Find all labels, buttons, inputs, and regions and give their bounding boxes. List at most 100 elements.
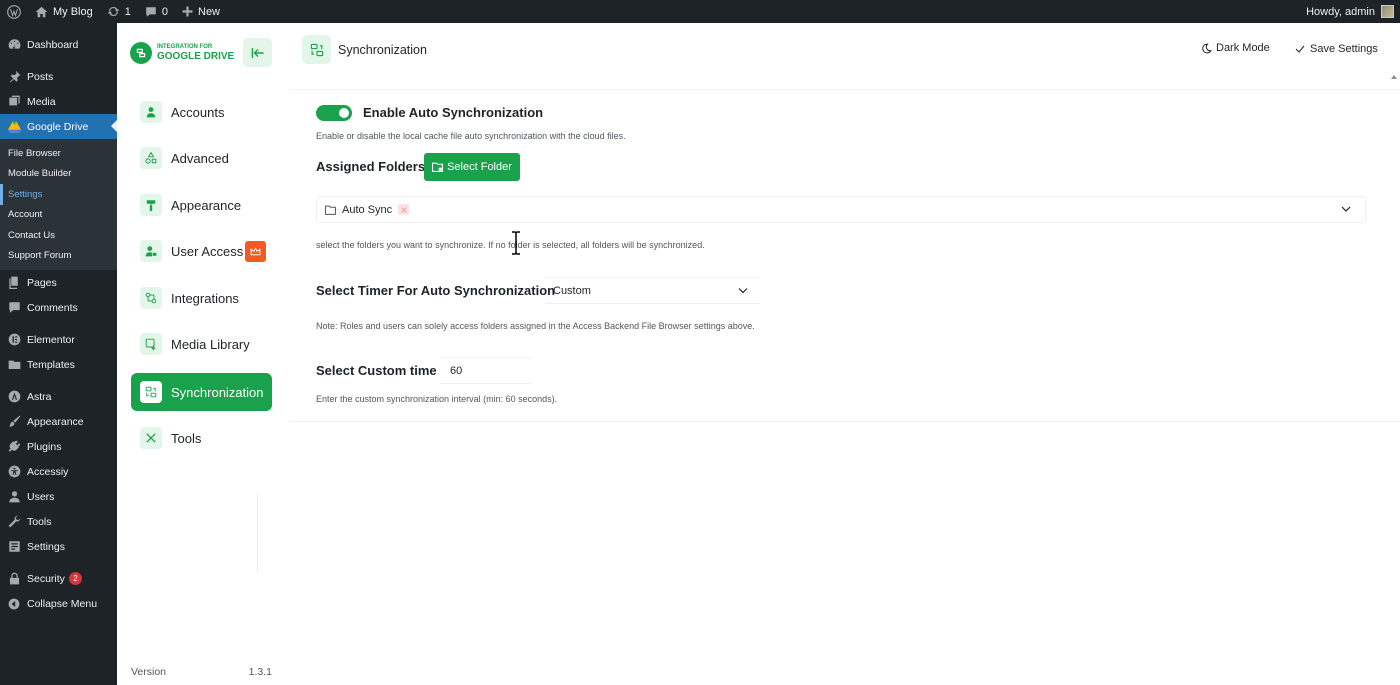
select-folder-button[interactable]: Select Folder xyxy=(424,153,520,181)
menu-elementor[interactable]: Elementor xyxy=(0,327,117,352)
menu-dashboard[interactable]: Dashboard xyxy=(0,32,117,57)
menu-media[interactable]: Media xyxy=(0,89,117,114)
nav-accounts-label: Accounts xyxy=(171,104,225,120)
dark-mode-toggle[interactable]: Dark Mode xyxy=(1201,42,1270,54)
folder-icon xyxy=(325,205,336,215)
wrench-icon xyxy=(7,515,21,529)
menu-settings[interactable]: Settings xyxy=(0,534,117,559)
folder-chip-label: Auto Sync xyxy=(342,203,393,216)
plus-icon xyxy=(182,6,193,17)
site-name-link[interactable]: My Blog xyxy=(28,0,100,23)
menu-accessiy[interactable]: Accessiy xyxy=(0,459,117,484)
menu-collapse[interactable]: Collapse Menu xyxy=(0,591,117,616)
menu-templates[interactable]: Templates xyxy=(0,352,117,377)
chevron-down-icon xyxy=(1341,206,1351,212)
integrations-icon xyxy=(140,287,162,309)
menu-appearance[interactable]: Appearance xyxy=(0,409,117,434)
wordpress-logo-icon[interactable] xyxy=(0,0,28,23)
home-icon xyxy=(35,6,48,17)
section-divider xyxy=(289,421,1400,422)
timer-select-value: Custom xyxy=(553,284,591,297)
timer-select[interactable]: Custom xyxy=(545,277,760,304)
logo-line-1: INTEGRATION FOR xyxy=(157,44,213,50)
comment-icon xyxy=(146,6,156,17)
submenu-module-builder[interactable]: Module Builder xyxy=(0,164,117,185)
menu-google-drive[interactable]: Google Drive xyxy=(0,114,117,139)
page-header: Synchronization xyxy=(302,35,427,64)
refresh-icon xyxy=(107,6,120,17)
version-value: 1.3.1 xyxy=(248,666,272,678)
sidebar-collapse-button[interactable] xyxy=(243,38,272,67)
menu-security[interactable]: Security 2 xyxy=(0,566,117,591)
nav-tools[interactable]: Tools xyxy=(131,419,272,457)
menu-security-label: Security xyxy=(27,572,65,585)
menu-posts[interactable]: Posts xyxy=(0,64,117,89)
version-label: Version xyxy=(131,666,167,678)
assigned-folders-select[interactable]: Auto Sync xyxy=(316,196,1366,223)
security-badge: 2 xyxy=(68,572,82,585)
custom-time-input[interactable]: 60 xyxy=(440,357,532,384)
menu-users-label: Users xyxy=(27,490,55,503)
admin-menu: Dashboard Posts Media Google Drive File … xyxy=(0,23,117,685)
admin-bar: My Blog 1 0 New Howdy, admin xyxy=(0,0,1400,23)
nav-synchronization[interactable]: Synchronization xyxy=(131,373,272,411)
plugin-version: Version 1.3.1 xyxy=(131,666,272,678)
submenu-file-browser[interactable]: File Browser xyxy=(0,143,117,164)
comments-count: 0 xyxy=(161,5,168,18)
nav-media-library-label: Media Library xyxy=(171,336,250,352)
plugin-logo: INTEGRATION FOR GOOGLE DRIVE xyxy=(130,42,234,64)
submenu-support-forum[interactable]: Support Forum xyxy=(0,246,117,267)
save-settings-button[interactable]: Save Settings xyxy=(1289,35,1384,62)
assigned-folders-label: Assigned Folders xyxy=(316,159,426,174)
nav-integrations[interactable]: Integrations xyxy=(131,279,272,317)
updates-link[interactable]: 1 xyxy=(100,0,138,23)
astra-icon xyxy=(7,390,21,404)
nav-appearance[interactable]: Appearance xyxy=(131,186,272,224)
auto-sync-toggle[interactable] xyxy=(316,105,352,121)
nav-media-library[interactable]: Media Library xyxy=(131,325,272,363)
menu-comments[interactable]: Comments xyxy=(0,295,117,320)
custom-time-hint: Enter the custom synchronization interva… xyxy=(316,394,558,404)
menu-media-label: Media xyxy=(27,95,56,108)
arrow-left-bar-icon xyxy=(251,47,264,58)
select-folder-label: Select Folder xyxy=(447,161,512,173)
menu-elementor-label: Elementor xyxy=(27,333,75,346)
new-label: New xyxy=(198,5,221,18)
check-icon xyxy=(1295,45,1305,53)
pages-icon xyxy=(7,276,21,290)
menu-dashboard-label: Dashboard xyxy=(27,38,79,51)
user-lock-icon xyxy=(140,240,162,262)
submenu-settings[interactable]: Settings xyxy=(0,184,117,205)
remove-folder-icon[interactable] xyxy=(398,204,410,215)
scroll-up-arrow[interactable] xyxy=(1391,75,1397,79)
chevron-down-icon xyxy=(738,288,748,294)
menu-pages[interactable]: Pages xyxy=(0,270,117,295)
my-account-link[interactable]: Howdy, admin xyxy=(1306,5,1400,18)
users-icon xyxy=(7,490,21,504)
nav-advanced-label: Advanced xyxy=(171,150,229,166)
text-cursor-icon xyxy=(512,231,520,255)
nav-advanced[interactable]: Advanced xyxy=(131,139,272,177)
menu-tools[interactable]: Tools xyxy=(0,509,117,534)
menu-astra-label: Astra xyxy=(27,390,52,403)
comments-link[interactable]: 0 xyxy=(138,0,175,23)
lock-icon xyxy=(7,572,21,586)
menu-plugins[interactable]: Plugins xyxy=(0,434,117,459)
nav-accounts[interactable]: Accounts xyxy=(131,93,272,131)
save-settings-label: Save Settings xyxy=(1310,42,1378,55)
updates-count: 1 xyxy=(124,5,131,18)
submenu-account[interactable]: Account xyxy=(0,205,117,226)
moon-icon xyxy=(1202,43,1212,53)
menu-pages-label: Pages xyxy=(27,276,57,289)
new-content-link[interactable]: New xyxy=(175,0,227,23)
nav-user-access[interactable]: User Access xyxy=(131,232,272,270)
logo-line-2: GOOGLE DRIVE xyxy=(157,51,235,62)
nav-tools-label: Tools xyxy=(171,430,202,446)
menu-templates-label: Templates xyxy=(27,358,75,371)
media-icon xyxy=(7,95,21,109)
submenu-contact-us[interactable]: Contact Us xyxy=(0,225,117,246)
collapse-icon xyxy=(7,597,21,611)
menu-accessiy-label: Accessiy xyxy=(27,465,69,478)
menu-astra[interactable]: Astra xyxy=(0,384,117,409)
menu-users[interactable]: Users xyxy=(0,484,117,509)
